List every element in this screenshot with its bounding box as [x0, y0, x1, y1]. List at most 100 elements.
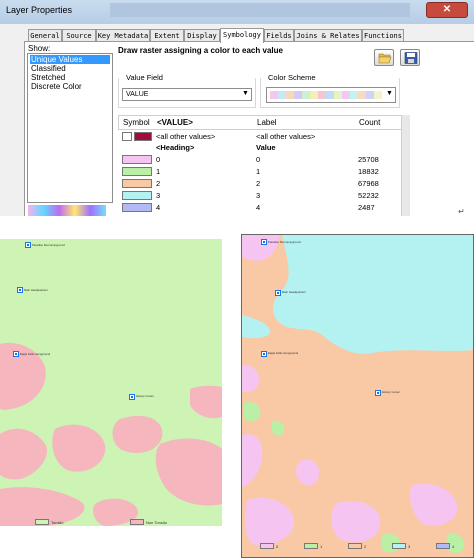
- map-pin-icon[interactable]: [25, 242, 31, 248]
- tab-strip: General Source Key Metadata Extent Displ…: [0, 28, 474, 43]
- symbol-swatch[interactable]: [122, 191, 152, 200]
- window-title: Layer Properties: [6, 5, 73, 15]
- cell-value: 2: [156, 179, 161, 188]
- place-label: Eagle Falls campground: [268, 351, 299, 355]
- legend-label: 2: [364, 544, 367, 549]
- show-list[interactable]: Unique Values Classified Stretched Discr…: [27, 53, 113, 203]
- table-row[interactable]: 2 2 67968: [118, 178, 402, 189]
- folder-open-icon: [378, 53, 392, 64]
- symbol-swatch[interactable]: [122, 179, 152, 188]
- show-item-unique-values[interactable]: Unique Values: [30, 55, 110, 64]
- table-row[interactable]: 0 0 25708: [118, 154, 402, 165]
- column-header-value[interactable]: <VALUE>: [157, 118, 193, 127]
- cell-count: 18832: [358, 167, 379, 176]
- show-item-stretched[interactable]: Stretched: [30, 73, 110, 82]
- value-field-dropdown[interactable]: VALUE: [122, 88, 252, 101]
- cell-count: 25708: [358, 155, 379, 164]
- cell-heading: <Heading>: [156, 143, 195, 152]
- column-header-symbol[interactable]: Symbol: [123, 118, 150, 127]
- symbol-table: <all other values> <all other values> <H…: [118, 130, 402, 214]
- cell-label: 1: [256, 167, 261, 176]
- symbology-heading: Draw raster assigning a color to each va…: [118, 46, 283, 55]
- table-scrollbar[interactable]: [401, 115, 410, 216]
- save-icon: [404, 52, 418, 64]
- legend-label: 4: [452, 544, 455, 549]
- checkbox[interactable]: [122, 132, 132, 141]
- map-pin-icon[interactable]: [17, 287, 23, 293]
- place-label: Main Headquarters: [24, 288, 48, 292]
- symbol-swatch[interactable]: [134, 132, 152, 141]
- cell-value: 4: [156, 203, 161, 212]
- map-pin-icon[interactable]: [375, 390, 381, 396]
- cell-label: 0: [256, 155, 261, 164]
- legend-swatch: [348, 543, 362, 549]
- place-label: History Center: [136, 394, 154, 398]
- map-pin-icon[interactable]: [261, 351, 267, 357]
- return-mark: ↵: [458, 207, 465, 216]
- layer-properties-dialog: Layer Properties ✕ General Source Key Me…: [0, 0, 474, 216]
- map-pin-icon[interactable]: [261, 239, 267, 245]
- show-item-discrete-color[interactable]: Discrete Color: [30, 82, 110, 91]
- map-binary-classification: Paradise Flat campground Main Headquarte…: [0, 239, 222, 526]
- cell-value: 0: [156, 155, 161, 164]
- color-scheme-label: Color Scheme: [266, 73, 318, 82]
- legend-swatch: [392, 543, 406, 549]
- map-left-pink-patch: [112, 415, 163, 453]
- cell-count: 67968: [358, 179, 379, 188]
- table-row[interactable]: 4 4 2487: [118, 202, 402, 213]
- cell-count: 52232: [358, 191, 379, 200]
- map-pin-icon[interactable]: [13, 351, 19, 357]
- legend-label: Tonsilo: [51, 520, 64, 525]
- cell-label: 4: [256, 203, 261, 212]
- show-label: Show:: [28, 44, 51, 53]
- cell-label: <all other values>: [256, 132, 316, 141]
- cell-value: <all other values>: [156, 132, 216, 141]
- symbol-table-header: Symbol <VALUE> Label Count: [118, 115, 402, 130]
- map-left-canvas: [0, 239, 222, 526]
- save-layer-file-button[interactable]: [400, 49, 420, 66]
- place-label: History Center: [382, 390, 400, 394]
- legend-swatch: [304, 543, 318, 549]
- cell-label: 2: [256, 179, 261, 188]
- table-row-heading: <Heading> Value: [118, 142, 402, 153]
- cell-value: 3: [156, 191, 161, 200]
- chevron-down-icon[interactable]: ▼: [386, 90, 393, 97]
- place-label: Paradise Flat campground: [32, 243, 65, 247]
- cell-heading-label: Value: [256, 143, 276, 152]
- legend-label: 1: [320, 544, 323, 549]
- table-row-all-other[interactable]: <all other values> <all other values>: [118, 131, 402, 142]
- legend-swatch: [35, 519, 49, 525]
- place-label: Paradise Flat campground: [268, 240, 301, 244]
- cell-count: 2487: [358, 203, 375, 212]
- legend-swatch: [260, 543, 274, 549]
- map-pin-icon[interactable]: [129, 394, 135, 400]
- symbol-swatch[interactable]: [122, 203, 152, 212]
- table-row[interactable]: 3 3 52232: [118, 190, 402, 201]
- map-pin-icon[interactable]: [275, 290, 281, 296]
- color-scheme-dropdown[interactable]: [266, 87, 396, 103]
- column-header-count[interactable]: Count: [359, 118, 380, 127]
- color-ramp-preview: [270, 91, 382, 99]
- place-label: Main Headquarters: [282, 290, 306, 294]
- legend-swatch: [130, 519, 144, 525]
- map-right-canvas: [242, 235, 473, 557]
- column-header-label[interactable]: Label: [257, 118, 277, 127]
- legend-label: 0: [276, 544, 279, 549]
- show-item-classified[interactable]: Classified: [30, 64, 110, 73]
- chevron-down-icon[interactable]: ▼: [242, 90, 249, 97]
- symbol-swatch[interactable]: [122, 167, 152, 176]
- cell-value: 1: [156, 167, 161, 176]
- legend-swatch: [436, 543, 450, 549]
- legend-label: Non Tonsilo: [146, 520, 167, 525]
- symbol-swatch[interactable]: [122, 155, 152, 164]
- table-row[interactable]: 1 1 18832: [118, 166, 402, 177]
- raster-preview-thumbnail: [28, 205, 106, 216]
- map-unique-values: Paradise Flat campground Main Headquarte…: [241, 234, 474, 558]
- value-field-label: Value Field: [124, 73, 165, 82]
- tab-symbology[interactable]: Symbology: [220, 28, 264, 43]
- cell-label: 3: [256, 191, 261, 200]
- legend-label: 3: [408, 544, 411, 549]
- close-button[interactable]: ✕: [426, 2, 468, 18]
- place-label: Eagle Falls campground: [20, 352, 51, 356]
- open-layer-file-button[interactable]: [374, 49, 394, 66]
